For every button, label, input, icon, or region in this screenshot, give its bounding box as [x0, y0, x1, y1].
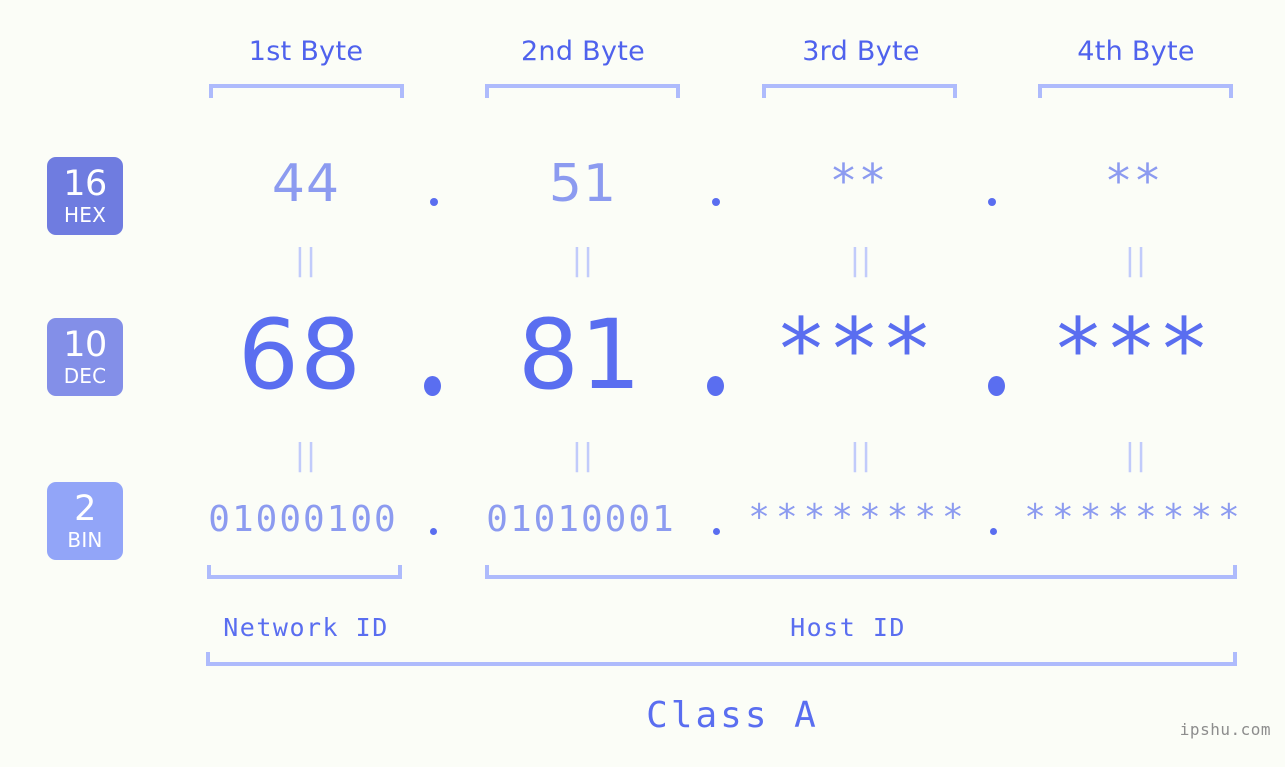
bin-separator-dot-1 [430, 528, 437, 535]
equals-mark-hex-dec-2: || [571, 243, 595, 278]
byte-header-3: 3rd Byte [750, 36, 972, 67]
hex-byte-1-value: 44 [271, 154, 341, 214]
byte-header-2-label: 2nd Byte [520, 36, 646, 67]
bin-separator-dot-3 [990, 528, 997, 535]
class-label: Class A [646, 695, 819, 736]
base-badge-dec-number: 10 [63, 325, 107, 365]
base-badge-hex: 16 HEX [47, 157, 123, 235]
dec-byte-1-value: 68 [237, 299, 363, 411]
hex-separator-dot-2 [712, 198, 720, 206]
bin-separator-dot-2 [713, 528, 720, 535]
network-id-label: Network ID [223, 613, 389, 642]
byte-header-1: 1st Byte [195, 36, 417, 67]
byte-bracket-top-4 [1038, 84, 1233, 98]
hex-separator-dot-3 [988, 198, 996, 206]
dec-byte-2-value: 81 [517, 299, 643, 411]
equals-mark-dec-bin-1: || [294, 438, 318, 473]
base-badge-hex-number: 16 [63, 164, 107, 204]
equals-mark-hex-dec-4: || [1124, 243, 1148, 278]
site-watermark: ipshu.com [1179, 720, 1271, 739]
equals-mark-dec-bin-4: || [1124, 438, 1148, 473]
class-bracket [206, 652, 1237, 666]
dec-byte-3-value: *** [779, 300, 939, 400]
dec-separator-dot-2 [707, 376, 724, 396]
base-badge-dec: 10 DEC [47, 318, 123, 396]
byte-header-2: 2nd Byte [472, 36, 694, 67]
bin-byte-2-value: 01010001 [486, 499, 676, 540]
host-id-bracket [485, 565, 1237, 579]
network-id-bracket [207, 565, 402, 579]
equals-mark-hex-dec-3: || [849, 243, 873, 278]
dec-byte-4-value: *** [1056, 300, 1216, 400]
hex-byte-4-value: ** [1107, 154, 1165, 208]
bin-byte-1-value: 01000100 [208, 499, 398, 540]
hex-separator-dot-1 [430, 198, 438, 206]
host-id-label: Host ID [790, 613, 906, 642]
base-badge-hex-name: HEX [64, 203, 106, 227]
hex-byte-2-value: 51 [548, 154, 618, 214]
byte-bracket-top-1 [209, 84, 404, 98]
byte-bracket-top-2 [485, 84, 680, 98]
byte-header-4-label: 4th Byte [1077, 36, 1195, 67]
byte-bracket-top-3 [762, 84, 957, 98]
ip-byte-breakdown-diagram: 1st Byte 2nd Byte 3rd Byte 4th Byte 16 H… [0, 0, 1285, 767]
bin-byte-4-value: ******** [1024, 497, 1246, 538]
base-badge-bin-number: 2 [74, 489, 96, 529]
bin-byte-3-value: ******** [748, 497, 970, 538]
base-badge-bin: 2 BIN [47, 482, 123, 560]
equals-mark-dec-bin-3: || [849, 438, 873, 473]
equals-mark-hex-dec-1: || [294, 243, 318, 278]
byte-header-4: 4th Byte [1025, 36, 1247, 67]
base-badge-bin-name: BIN [67, 528, 103, 552]
dec-separator-dot-1 [424, 376, 441, 396]
base-badge-dec-name: DEC [63, 364, 107, 388]
byte-header-1-label: 1st Byte [248, 36, 364, 67]
dec-separator-dot-3 [988, 376, 1005, 396]
hex-byte-3-value: ** [832, 154, 890, 208]
byte-header-3-label: 3rd Byte [802, 36, 920, 67]
equals-mark-dec-bin-2: || [571, 438, 595, 473]
